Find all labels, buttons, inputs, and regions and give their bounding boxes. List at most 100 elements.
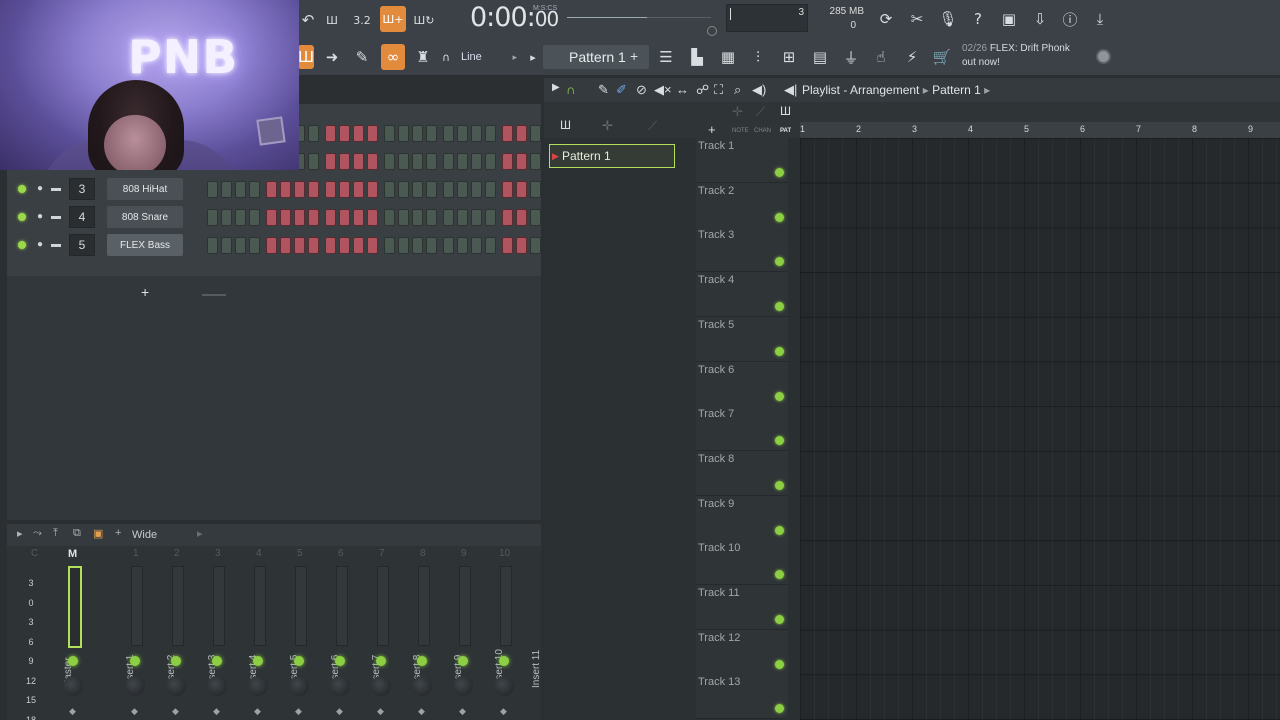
pan-knob[interactable] bbox=[63, 676, 83, 696]
mixer-strip-insert-7[interactable]: Insert 7 ◆ bbox=[363, 566, 399, 716]
arrow-right-icon[interactable]: ➜ bbox=[320, 45, 344, 69]
automation-icon[interactable]: ⟋ bbox=[756, 104, 765, 120]
piano-icon[interactable]: Ш bbox=[560, 118, 571, 132]
pan-knob[interactable]: ● bbox=[35, 239, 45, 251]
audio-clip-icon[interactable]: ✛ bbox=[602, 118, 613, 134]
enable-led[interactable] bbox=[130, 656, 140, 666]
mixer-strip-insert-6[interactable]: Insert 6 ◆ bbox=[322, 566, 358, 716]
channel-mixer-track[interactable]: 5 bbox=[69, 234, 95, 256]
track-header-9[interactable]: Track 9 bbox=[696, 495, 788, 541]
track-header-6[interactable]: Track 6 bbox=[696, 361, 788, 407]
mixer-window-icon[interactable]: ⫶ bbox=[746, 45, 770, 69]
volume-knob[interactable]: ▬ bbox=[51, 239, 61, 251]
route-arrows-icon[interactable]: ◆ bbox=[295, 706, 302, 717]
track-header-3[interactable]: Track 3 bbox=[696, 227, 788, 273]
mute-led[interactable] bbox=[18, 213, 26, 221]
route-arrows-icon[interactable]: ◆ bbox=[172, 706, 179, 717]
rack-scrollbar[interactable] bbox=[202, 294, 226, 296]
cut-icon[interactable]: ✂ bbox=[905, 7, 929, 31]
link-icon[interactable]: ∞ bbox=[381, 44, 405, 70]
pencil-icon[interactable]: ✎ bbox=[598, 82, 609, 98]
delete-icon[interactable]: ⊘ bbox=[636, 82, 647, 98]
song-position-slider[interactable] bbox=[567, 6, 717, 36]
pan-knob[interactable] bbox=[371, 676, 391, 696]
enable-led[interactable] bbox=[499, 656, 509, 666]
track-mute-led[interactable] bbox=[775, 346, 784, 356]
mixer-strip-insert-9[interactable]: Insert 9 ◆ bbox=[445, 566, 481, 716]
volume-fader[interactable] bbox=[172, 566, 184, 646]
shop-icon[interactable]: 🛒 bbox=[930, 45, 954, 69]
pan-knob[interactable] bbox=[289, 676, 309, 696]
track-mute-led[interactable] bbox=[775, 480, 784, 490]
pan-knob[interactable] bbox=[494, 676, 514, 696]
enable-led[interactable] bbox=[417, 656, 427, 666]
add-pattern-button[interactable]: + bbox=[630, 48, 638, 64]
step-edit-icon[interactable]: Ш bbox=[320, 8, 344, 32]
pan-knob[interactable] bbox=[207, 676, 227, 696]
route-arrows-icon[interactable]: ◆ bbox=[69, 706, 76, 717]
speaker-icon[interactable]: ◀) bbox=[752, 82, 766, 98]
mixer-strip-insert-2[interactable]: Insert 2 ◆ bbox=[158, 566, 194, 716]
pan-knob[interactable] bbox=[453, 676, 473, 696]
save-icon[interactable]: ▣ bbox=[997, 7, 1021, 31]
channel-name-button[interactable]: 808 Snare bbox=[107, 206, 183, 228]
mixer-strip-insert-1[interactable]: Insert 1 ◆ bbox=[117, 566, 153, 716]
enable-led[interactable] bbox=[376, 656, 386, 666]
volume-knob[interactable]: ▬ bbox=[51, 211, 61, 223]
channel-name-button[interactable]: 808 HiHat bbox=[107, 178, 183, 200]
automation-icon[interactable]: ⟋ bbox=[648, 118, 657, 134]
add-track-icon[interactable]: + bbox=[708, 122, 716, 137]
pan-knob[interactable] bbox=[125, 676, 145, 696]
volume-fader[interactable] bbox=[500, 566, 512, 646]
track-header-11[interactable]: Track 11 bbox=[696, 585, 788, 630]
pencil-icon[interactable]: ✎ bbox=[350, 45, 374, 69]
track-header-7[interactable]: Track 7 bbox=[696, 406, 788, 452]
timeline-ruler[interactable]: 1 2 3 4 5 6 7 8 9 bbox=[800, 122, 1280, 138]
track-mute-led[interactable] bbox=[775, 212, 784, 222]
mixer-tool-icon[interactable]: ⤳ bbox=[33, 527, 42, 540]
metronome-button[interactable]: Ш+ bbox=[380, 6, 406, 32]
step-sequencer[interactable] bbox=[207, 237, 558, 255]
volume-fader[interactable] bbox=[459, 566, 471, 646]
mixer-strip-insert-4[interactable]: Insert 4 ◆ bbox=[240, 566, 276, 716]
magnet-icon[interactable]: ∩ bbox=[566, 82, 575, 97]
add-icon[interactable]: + bbox=[115, 527, 121, 539]
paint-icon[interactable]: ✐ bbox=[616, 82, 627, 98]
track-header-13[interactable]: Track 13 bbox=[696, 674, 788, 720]
track-header-2[interactable]: Track 2 bbox=[696, 182, 788, 228]
plugin-picker-icon[interactable]: ⚡ bbox=[900, 45, 924, 69]
zoom-icon[interactable]: ⌕ bbox=[734, 82, 741, 98]
mixer-strip-insert-10[interactable]: Insert 10 ◆ bbox=[486, 566, 522, 716]
volume-fader[interactable] bbox=[131, 566, 143, 646]
chevron-right-icon[interactable]: ▸ bbox=[17, 527, 23, 540]
info-icon[interactable]: ⓘ bbox=[1058, 7, 1082, 31]
volume-fader[interactable] bbox=[295, 566, 307, 646]
track-mute-led[interactable] bbox=[775, 525, 784, 535]
route-arrows-icon[interactable]: ◆ bbox=[377, 706, 384, 717]
mixer-strip-insert-11[interactable]: Insert 11 bbox=[523, 566, 541, 696]
enable-led[interactable] bbox=[294, 656, 304, 666]
track-header-1[interactable]: Track 1 bbox=[696, 138, 788, 183]
upload-icon[interactable]: ⤒ bbox=[53, 527, 58, 540]
slice-icon[interactable]: ☍ bbox=[696, 82, 709, 98]
arrangement-grid[interactable] bbox=[800, 138, 1280, 720]
help-icon[interactable]: ? bbox=[966, 7, 990, 31]
track-mute-led[interactable] bbox=[775, 659, 784, 669]
playlist-window-icon[interactable]: ☰ bbox=[654, 45, 678, 69]
mute-icon[interactable]: ◀× bbox=[654, 82, 672, 98]
chevron-left-icon[interactable]: ◀| bbox=[784, 82, 797, 98]
channel-name-button[interactable]: FLEX Bass bbox=[107, 234, 183, 256]
enable-led[interactable] bbox=[68, 656, 78, 666]
track-mute-led[interactable] bbox=[775, 570, 784, 580]
stamp-icon[interactable]: ♜ bbox=[411, 45, 435, 69]
piano-roll-window-icon[interactable]: ▙ bbox=[685, 45, 709, 69]
piano-icon[interactable]: Ш bbox=[298, 45, 314, 69]
channel-mixer-track[interactable]: 3 bbox=[69, 178, 95, 200]
chevron-right-icon[interactable]: ▸ bbox=[197, 527, 203, 540]
pan-knob[interactable]: ● bbox=[35, 211, 45, 223]
route-arrows-icon[interactable]: ◆ bbox=[336, 706, 343, 717]
routing-icon[interactable]: ⧉ bbox=[73, 527, 81, 540]
enable-led[interactable] bbox=[171, 656, 181, 666]
mute-led[interactable] bbox=[18, 185, 26, 193]
download-icon[interactable]: ⤓ bbox=[1088, 7, 1112, 31]
